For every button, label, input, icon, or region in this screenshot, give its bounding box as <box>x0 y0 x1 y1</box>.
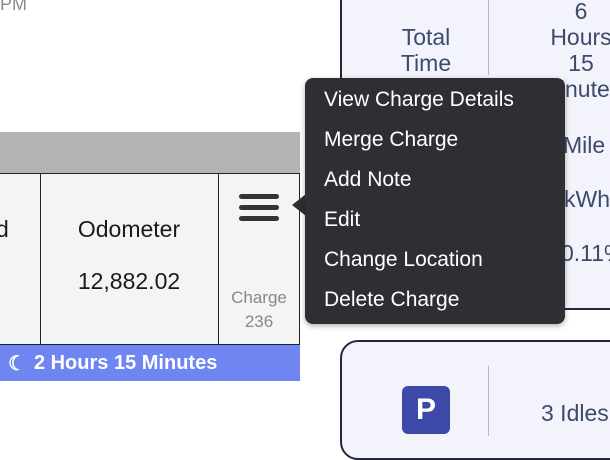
charge-label: Charge <box>231 288 287 307</box>
parking-icon: P <box>402 386 450 434</box>
odometer-value: 12,882.02 <box>77 268 181 294</box>
total-time-value-line: Hours <box>550 24 610 50</box>
duration-text: 2 Hours 15 Minutes <box>33 351 218 374</box>
menu-item-edit[interactable]: Edit <box>324 208 360 232</box>
total-time-label-line: Total <box>401 24 451 50</box>
time-fragment: PM <box>0 0 27 14</box>
idles-count: 3 Idles <box>541 400 609 426</box>
column-divider <box>40 173 41 345</box>
context-menu-pointer <box>292 194 306 216</box>
total-time-value-line: 6 <box>574 0 588 24</box>
menu-item-delete-charge[interactable]: Delete Charge <box>324 288 459 312</box>
miles-fragment: Mile <box>563 132 606 158</box>
total-time-value-line: 15 <box>568 50 594 76</box>
percent-fragment: 0.11% <box>561 240 610 266</box>
hamburger-line <box>239 194 279 199</box>
summary-card-divider <box>488 0 489 75</box>
odometer-label: Odometer <box>77 216 181 242</box>
hamburger-line <box>239 205 279 210</box>
hamburger-menu-icon[interactable] <box>239 194 279 224</box>
duration-bar: ☾ 2 Hours 15 Minutes <box>0 345 300 381</box>
menu-item-view-charge-details[interactable]: View Charge Details <box>324 88 514 112</box>
moon-icon: ☾ <box>8 352 26 375</box>
total-time-label: Total Time <box>380 24 472 76</box>
charge-context-menu: View Charge Details Merge Charge Add Not… <box>305 78 565 324</box>
menu-item-add-note[interactable]: Add Note <box>324 168 412 192</box>
charge-table-header-bar <box>0 132 300 175</box>
menu-item-change-location[interactable]: Change Location <box>324 248 483 272</box>
total-time-label-line: Time <box>400 50 452 76</box>
menu-item-merge-charge[interactable]: Merge Charge <box>324 128 458 152</box>
charge-number: 236 <box>244 312 274 331</box>
hamburger-line <box>239 216 279 221</box>
partial-column-label: d <box>0 216 9 242</box>
kwh-fragment: kWh <box>564 186 610 212</box>
